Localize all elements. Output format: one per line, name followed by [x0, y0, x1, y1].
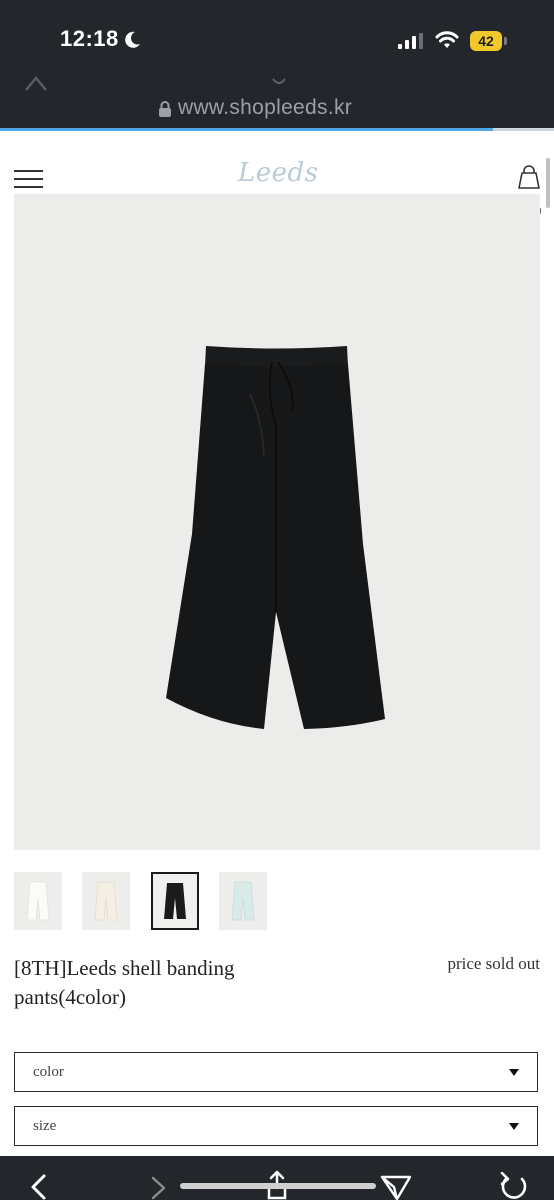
chevron-down-icon — [509, 1123, 519, 1130]
color-select-label: color — [33, 1064, 64, 1080]
color-select[interactable]: color — [14, 1052, 538, 1092]
moon-icon — [125, 31, 140, 48]
page-load-progress-fill — [0, 128, 494, 131]
lock-icon — [159, 101, 171, 117]
pants-illustration — [166, 346, 385, 729]
thumbnail-mint[interactable] — [219, 872, 267, 930]
battery-tip — [504, 37, 507, 45]
thumbnail-ivory[interactable] — [14, 872, 62, 930]
size-select-label: size — [33, 1118, 57, 1134]
home-indicator[interactable] — [180, 1183, 376, 1189]
forward-arrow-icon[interactable] — [150, 1176, 168, 1200]
battery-icon: 42 — [470, 31, 502, 51]
scroll-hint-icon — [272, 78, 286, 84]
address-bar-url[interactable]: www.shopleeds.kr — [178, 96, 352, 120]
status-time: 12:18 — [60, 26, 119, 51]
back-arrow-icon[interactable] — [28, 1174, 48, 1200]
thumbnail-beige[interactable] — [82, 872, 130, 930]
thumbnail-black[interactable] — [151, 872, 199, 930]
signal-icon — [398, 33, 423, 49]
page-load-progress — [0, 128, 554, 131]
refresh-icon[interactable] — [498, 1172, 530, 1200]
chevron-down-icon — [509, 1069, 519, 1076]
chevron-up-icon[interactable] — [24, 74, 56, 92]
thumbnail-beige-pants — [94, 881, 118, 921]
wifi-icon — [435, 31, 459, 48]
bag-icon[interactable] — [516, 164, 542, 190]
site-logo[interactable]: Leeds — [238, 158, 319, 188]
thumbnail-black-pants — [164, 883, 186, 919]
thumbnail-mint-pants — [231, 881, 255, 921]
product-main-image[interactable] — [14, 194, 540, 850]
size-select[interactable]: size — [14, 1106, 538, 1146]
send-icon[interactable] — [380, 1174, 412, 1200]
page-scrollbar[interactable] — [546, 158, 550, 208]
menu-icon[interactable] — [14, 168, 44, 190]
product-title: [8TH]Leeds shell banding pants(4color) — [14, 956, 235, 1009]
price-status: price sold out — [447, 954, 540, 973]
thumbnail-ivory-pants — [26, 881, 50, 921]
